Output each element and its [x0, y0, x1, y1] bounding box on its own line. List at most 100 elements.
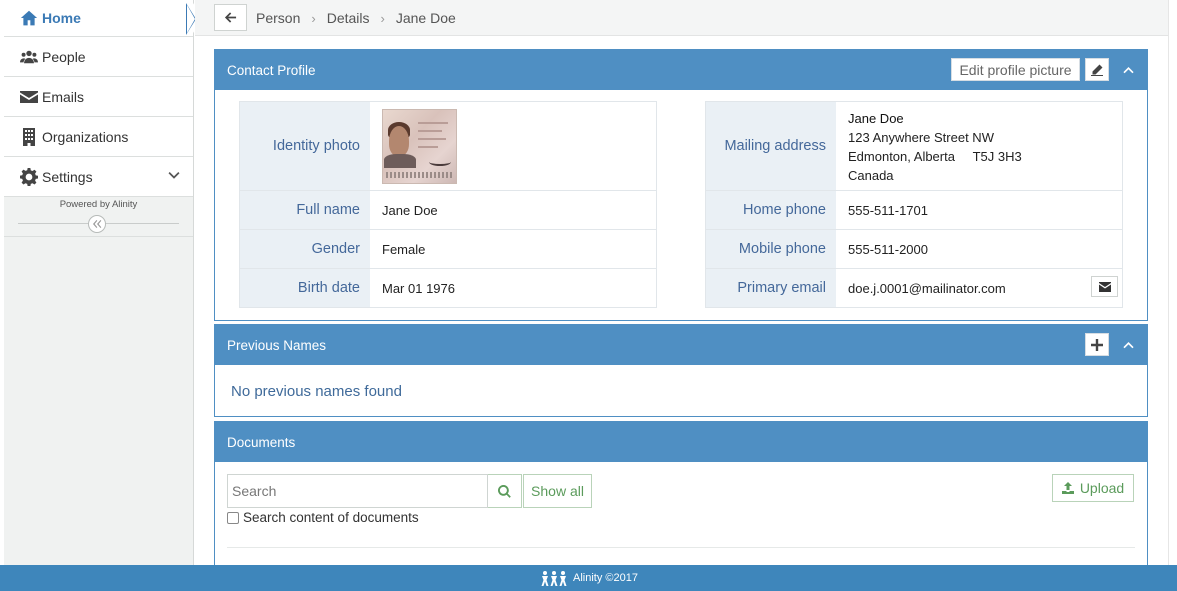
empty-message: No previous names found [231, 383, 402, 400]
contact-table: Mailing address Jane Doe 123 Anywhere St… [705, 101, 1123, 308]
previous-names-panel: Previous Names No previous names found [214, 324, 1148, 417]
sidebar-item-emails[interactable]: Emails [4, 77, 193, 117]
documents-panel: Documents Search Show all Search content… [214, 421, 1148, 565]
address-postal: T5J 3H3 [972, 149, 1022, 164]
envelope-icon [16, 88, 42, 106]
sidebar-item-label: Home [42, 10, 81, 26]
users-icon [16, 48, 42, 66]
back-button[interactable] [214, 4, 247, 31]
add-previous-name-button[interactable] [1085, 333, 1109, 356]
upload-icon [1061, 482, 1074, 494]
address-country: Canada [848, 168, 894, 183]
plus-icon [1091, 338, 1103, 351]
sidebar-item-home[interactable]: Home [4, 0, 194, 37]
double-chevron-left-icon [93, 220, 102, 228]
full-name-row: Full name Jane Doe [240, 191, 656, 230]
primary-email-row: Primary email doe.j.0001@mailinator.com [706, 269, 1122, 307]
address-city-line: Edmonton, Alberta T5J 3H3 [848, 147, 1022, 166]
gear-icon [16, 167, 42, 186]
chevron-right-icon: › [380, 10, 385, 26]
powered-by-text: Powered by Alinity [59, 199, 138, 210]
collapse-panel-button[interactable] [1117, 334, 1139, 356]
edit-button[interactable] [1085, 58, 1109, 81]
collapse-sidebar-button[interactable] [88, 215, 106, 233]
address-name: Jane Doe [848, 111, 904, 126]
sidebar-item-label: People [42, 48, 86, 65]
documents-divider [227, 547, 1135, 548]
chevron-right-icon: › [311, 10, 316, 26]
footer-text: Alinity ©2017 [573, 572, 638, 584]
identity-photo-label: Identity photo [240, 102, 370, 190]
gender-label: Gender [240, 230, 370, 268]
panel-header: Documents [215, 422, 1147, 462]
gender-row: Gender Female [240, 230, 656, 269]
footer: Alinity ©2017 [0, 565, 1177, 591]
home-phone-row: Home phone 555-511-1701 [706, 191, 1122, 230]
panel-header: Contact Profile Edit profile picture [215, 50, 1147, 90]
primary-email-label: Primary email [706, 269, 836, 307]
right-gutter [1168, 0, 1177, 565]
mailing-address-label: Mailing address [706, 102, 836, 190]
mobile-phone-label: Mobile phone [706, 230, 836, 268]
gender-value: Female [382, 241, 426, 257]
full-name-value: Jane Doe [382, 202, 438, 218]
mailing-address-row: Mailing address Jane Doe 123 Anywhere St… [706, 102, 1122, 191]
birth-date-row: Birth date Mar 01 1976 [240, 269, 656, 307]
chevron-down-icon [167, 169, 181, 183]
birth-date-value: Mar 01 1976 [382, 280, 455, 296]
sidebar-item-organizations[interactable]: Organizations [4, 117, 193, 157]
show-all-button[interactable]: Show all [523, 474, 592, 508]
chevron-up-icon [1122, 66, 1134, 74]
sidebar: Home People Emails Organizations Setting… [4, 0, 196, 565]
address-city: Edmonton, Alberta [848, 149, 955, 164]
panel-title: Documents [227, 434, 296, 450]
alinity-logo-icon [541, 571, 567, 586]
search-content-label: Search content of documents [243, 510, 419, 525]
upload-button[interactable]: Upload [1052, 474, 1134, 502]
home-icon [16, 9, 42, 27]
full-name-label: Full name [240, 191, 370, 229]
identity-photo-cell [370, 102, 656, 190]
arrow-left-icon [224, 12, 237, 23]
search-content-checkbox[interactable] [227, 511, 239, 524]
pencil-icon [1091, 64, 1103, 76]
search-button[interactable] [488, 474, 522, 508]
sidebar-item-label: Emails [42, 88, 85, 105]
identity-table: Identity photo Full name Jane Doe Gender… [239, 101, 657, 308]
search-content-option: Search content of documents [227, 510, 419, 525]
identity-photo[interactable] [382, 108, 457, 184]
panel-header: Previous Names [215, 325, 1147, 365]
breadcrumb-current: Jane Doe [395, 10, 456, 26]
address-line1: 123 Anywhere Street NW [848, 130, 994, 145]
upload-label: Upload [1079, 480, 1125, 496]
breadcrumb-person[interactable]: Person [256, 10, 300, 26]
sidebar-item-people[interactable]: People [4, 37, 193, 77]
home-phone-value: 555-511-1701 [848, 202, 928, 218]
powered-by: Powered by Alinity [4, 197, 193, 237]
envelope-icon [1098, 281, 1111, 292]
sidebar-item-label: Settings [42, 168, 93, 185]
building-icon [16, 127, 42, 146]
birth-date-label: Birth date [240, 269, 370, 307]
edit-profile-picture-button[interactable]: Edit profile picture [951, 58, 1080, 81]
mailing-address-value: Jane Doe 123 Anywhere Street NW Edmonton… [836, 102, 1122, 190]
search-icon [498, 484, 511, 498]
mobile-phone-value: 555-511-2000 [848, 241, 928, 257]
topbar: Person › Details › Jane Doe [195, 0, 1168, 36]
chevron-up-icon [1122, 341, 1134, 349]
contact-profile-panel: Contact Profile Edit profile picture Ide… [214, 49, 1148, 321]
primary-email-value[interactable]: doe.j.0001@mailinator.com [848, 281, 1006, 296]
collapse-panel-button[interactable] [1117, 59, 1139, 81]
home-phone-label: Home phone [706, 191, 836, 229]
breadcrumb: Person › Details › Jane Doe [256, 10, 456, 26]
primary-email-cell: doe.j.0001@mailinator.com [836, 269, 1122, 307]
sidebar-item-settings[interactable]: Settings [4, 157, 193, 197]
panel-title: Contact Profile [227, 62, 316, 78]
search-input[interactable]: Search [227, 474, 488, 508]
sidebar-item-label: Organizations [42, 128, 129, 145]
breadcrumb-details[interactable]: Details [327, 10, 370, 26]
document-search: Search Show all [227, 474, 592, 508]
send-email-button[interactable] [1091, 276, 1118, 297]
mobile-phone-row: Mobile phone 555-511-2000 [706, 230, 1122, 269]
identity-photo-row: Identity photo [240, 102, 656, 191]
